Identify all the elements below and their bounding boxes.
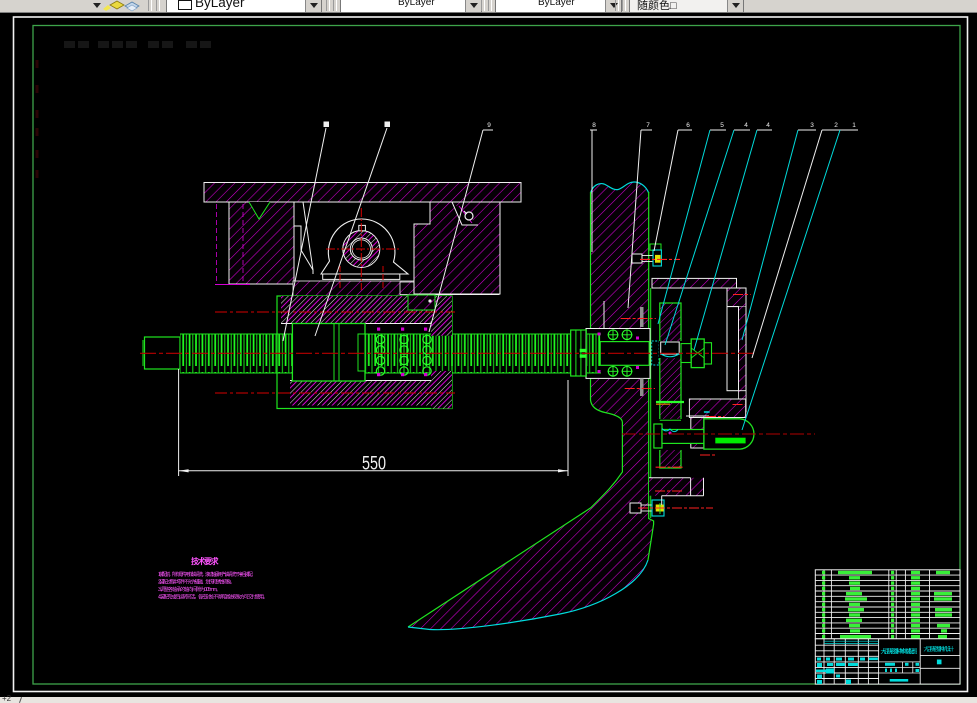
svg-text:1: 1	[852, 122, 856, 129]
svg-text:1.装配前，所有零件用煤油清洗，滚动轴承用汽油清洗干净后装配: 1.装配前，所有零件用煤油清洗，滚动轴承用汽油清洗干净后装配。	[158, 571, 256, 578]
svg-text:7: 7	[646, 122, 650, 129]
svg-text:3: 3	[810, 122, 814, 129]
svg-text:550: 550	[362, 454, 386, 475]
svg-text:5: 5	[720, 122, 724, 129]
svg-text:4.装配完成后运转灵活，各密封处不得有漏油现象方可交付使用。: 4.装配完成后运转灵活，各密封处不得有漏油现象方可交付使用。	[158, 594, 268, 601]
svg-text:8: 8	[592, 122, 596, 129]
svg-text:2.装配过程中零件不允许磕碰、划伤和锈蚀现象。: 2.装配过程中零件不允许磕碰、划伤和锈蚀现象。	[158, 579, 235, 586]
svg-text:3.调整各轴承的轴向间隙为0.05mm。: 3.调整各轴承的轴向间隙为0.05mm。	[158, 586, 221, 593]
svg-text:9: 9	[487, 122, 491, 129]
svg-text:技术要求: 技术要求	[191, 556, 219, 566]
svg-text:4: 4	[744, 122, 748, 129]
svg-text:4: 4	[766, 122, 770, 129]
svg-text:6: 6	[686, 122, 690, 129]
svg-text:大豆精密播种机设计: 大豆精密播种机设计	[924, 645, 955, 653]
svg-text:2: 2	[834, 122, 838, 129]
svg-text:大豆精密播种单体装配图: 大豆精密播种单体装配图	[881, 648, 918, 656]
